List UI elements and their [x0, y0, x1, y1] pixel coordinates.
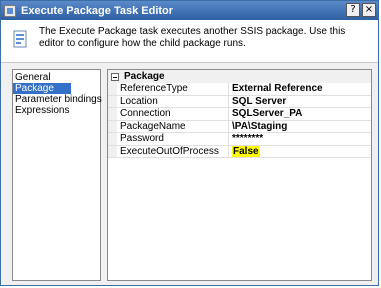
- nav-item-parameter-bindings[interactable]: Parameter bindings: [13, 94, 102, 105]
- description-header: The Execute Package task executes anothe…: [1, 20, 378, 63]
- window-title: Execute Package Task Editor: [21, 4, 174, 17]
- app-icon: [4, 4, 16, 17]
- property-row[interactable]: Connection SQLServer_PA: [108, 108, 371, 121]
- highlighted-value: False: [232, 145, 260, 157]
- property-value[interactable]: SQL Server: [229, 96, 371, 108]
- property-row[interactable]: Location SQL Server: [108, 95, 371, 108]
- nav-item-general[interactable]: General: [13, 72, 100, 83]
- nav-item-package[interactable]: Package: [13, 83, 71, 94]
- property-name: ExecuteOutOfProcess: [117, 145, 229, 157]
- property-value[interactable]: False: [229, 145, 371, 158]
- nav-item-expressions[interactable]: Expressions: [13, 105, 100, 116]
- help-button[interactable]: ?: [346, 3, 360, 17]
- collapse-icon[interactable]: [111, 72, 119, 81]
- property-value[interactable]: SQLServer_PA: [229, 108, 371, 120]
- property-name: Connection: [117, 108, 229, 120]
- title-bar[interactable]: Execute Package Task Editor ? ×: [1, 1, 378, 20]
- property-name: Password: [117, 133, 229, 145]
- property-grid: Package ReferenceType External Reference…: [107, 69, 372, 281]
- property-value[interactable]: External Reference: [229, 83, 371, 95]
- category-header[interactable]: Package: [108, 70, 371, 83]
- package-task-icon: [13, 30, 27, 48]
- property-row[interactable]: ReferenceType External Reference: [108, 83, 371, 96]
- property-row[interactable]: Password ********: [108, 133, 371, 146]
- property-value[interactable]: ********: [229, 133, 371, 145]
- property-name: Location: [117, 95, 229, 107]
- close-button[interactable]: ×: [362, 3, 376, 17]
- dialog-window: Execute Package Task Editor ? × The Exec…: [0, 0, 379, 286]
- property-row[interactable]: ExecuteOutOfProcess False: [108, 145, 371, 158]
- property-row[interactable]: PackageName \PA\Staging: [108, 120, 371, 133]
- property-value[interactable]: \PA\Staging: [229, 121, 371, 133]
- titlebar-buttons: ? ×: [346, 3, 376, 17]
- property-name: PackageName: [117, 120, 229, 132]
- category-label: Package: [124, 71, 165, 82]
- property-name: ReferenceType: [117, 83, 229, 95]
- page-nav-list: General Package Parameter bindings Expre…: [12, 69, 102, 281]
- description-text: The Execute Package task executes anothe…: [39, 26, 346, 49]
